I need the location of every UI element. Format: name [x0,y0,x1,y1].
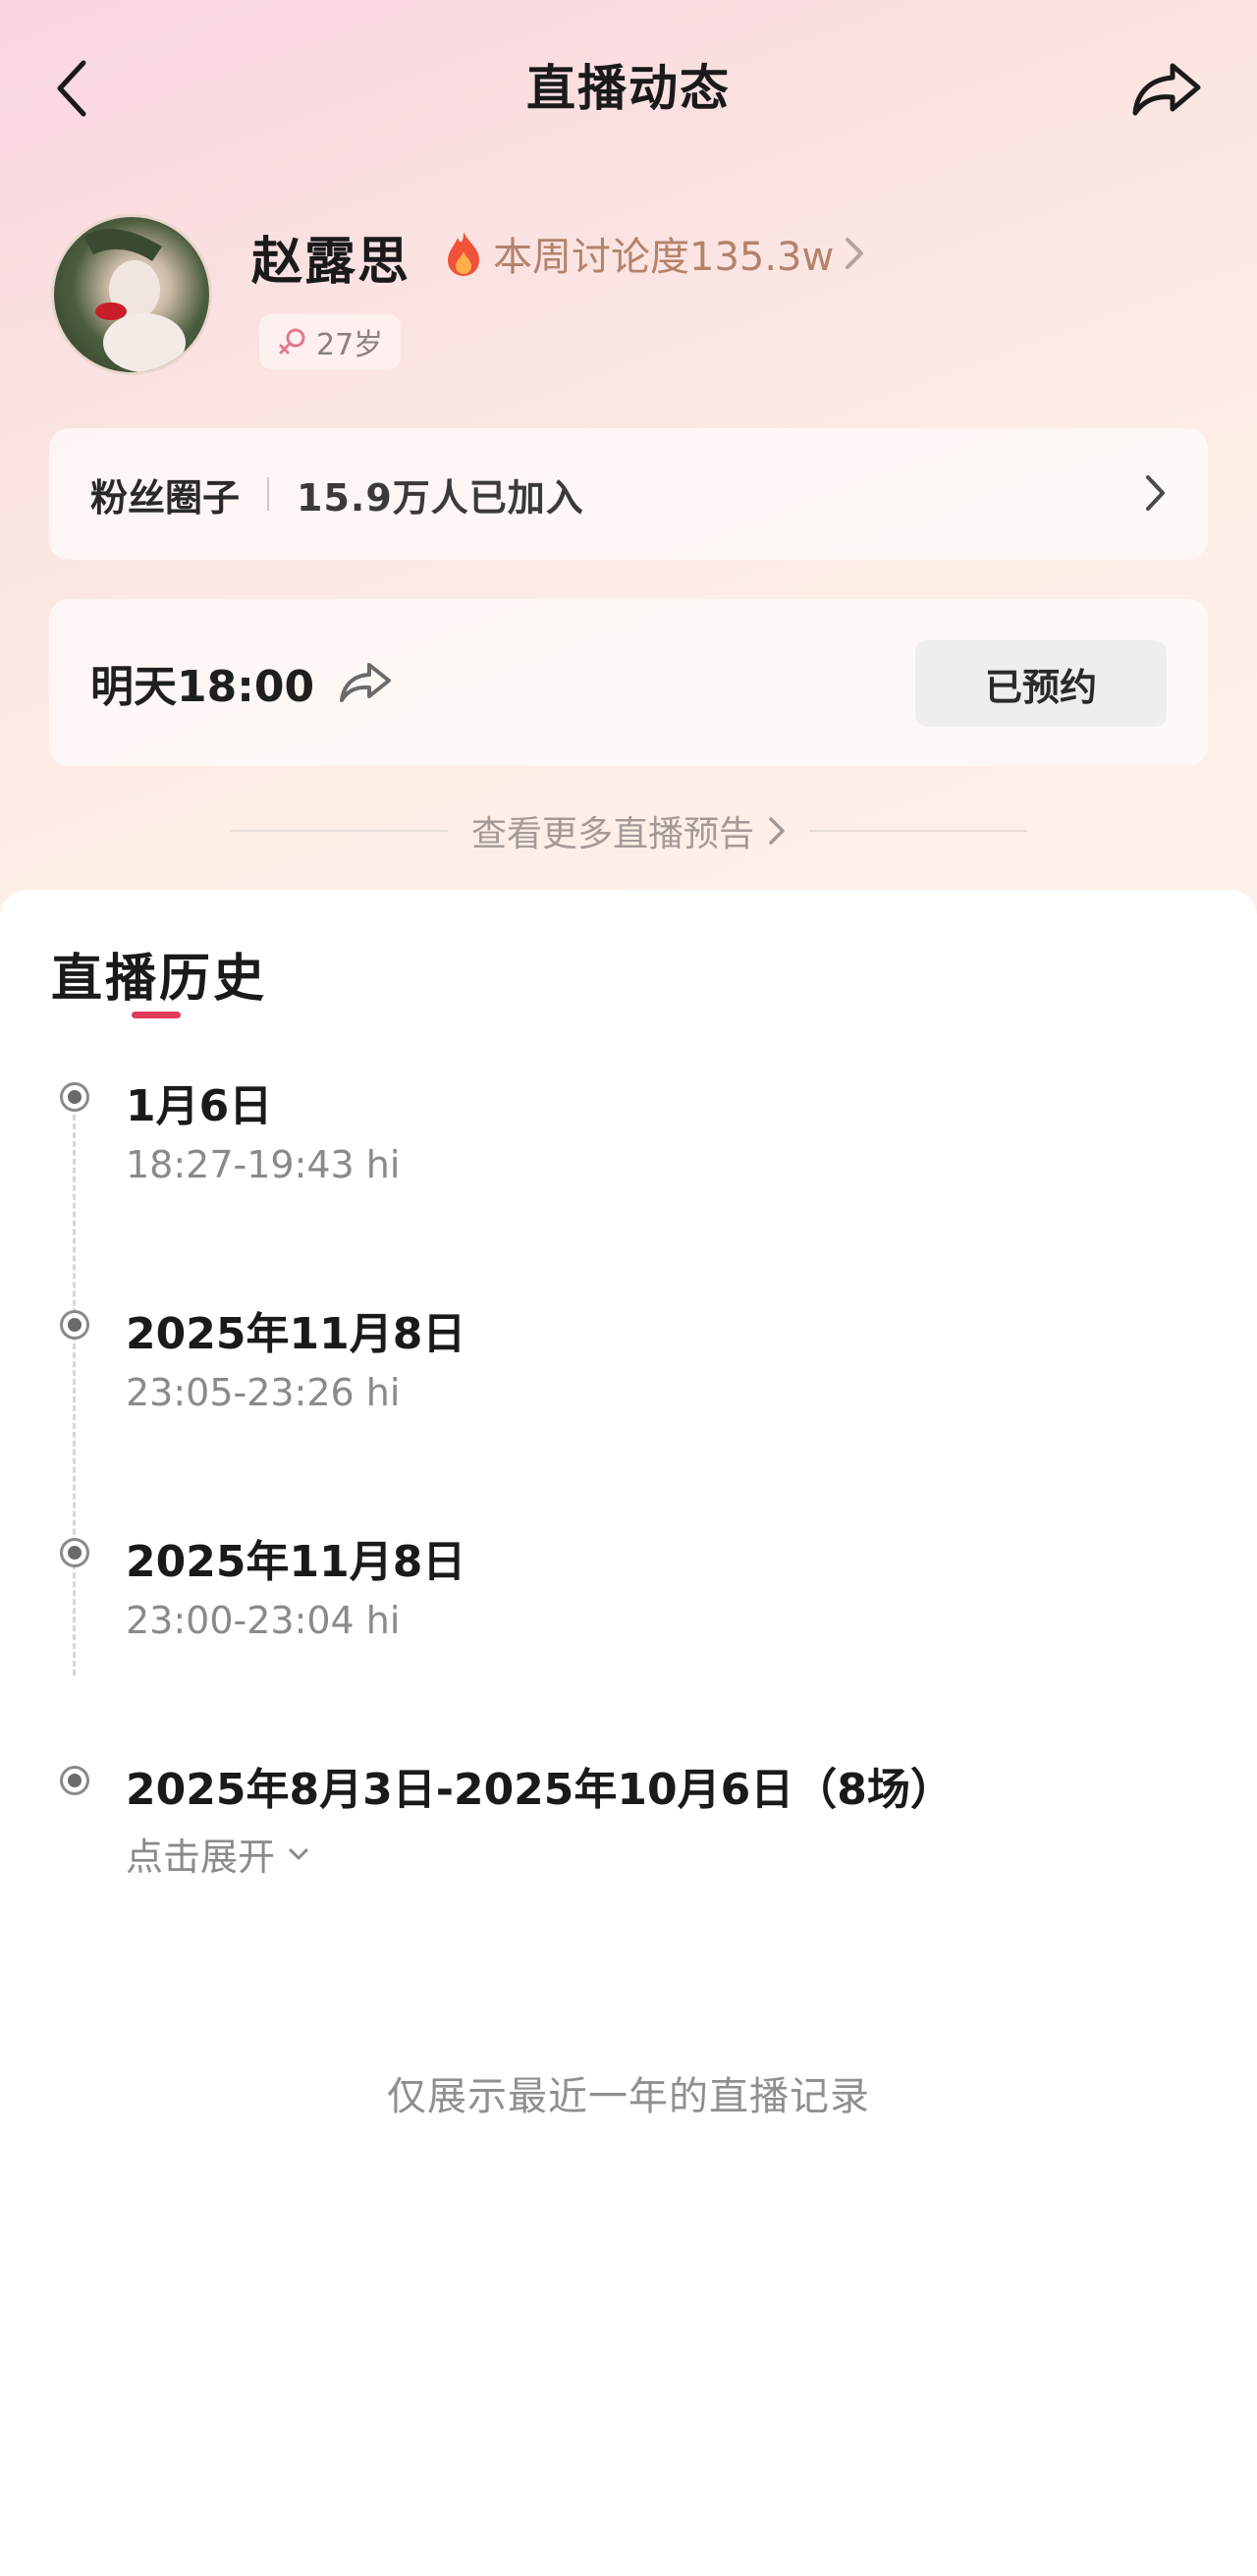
chevron-right-icon [769,817,785,845]
history-time: 23:05-23:26 hi [126,1371,401,1414]
fire-icon [448,232,479,276]
history-date: 2025年11月8日 [126,1537,466,1587]
fan-circle-divider [267,477,270,511]
age-badge: 27岁 [259,314,402,369]
history-sheet: 直播历史 1月6日 18:27-19:43 hi 2025年11月8日 23:0… [0,890,1257,2576]
page-title: 直播动态 [526,60,731,117]
title-underline [132,1012,181,1018]
reserved-button[interactable]: 已预约 [915,640,1167,727]
more-preview-label: 查看更多直播预告 [470,814,754,854]
chevron-right-icon [846,238,864,269]
weekly-heat-label: 本周讨论度135.3w [493,235,835,280]
history-date-range: 2025年8月3日-2025年10月6日（8场） [126,1765,954,1815]
divider-line [809,830,1027,832]
timeline-line [73,1106,76,1675]
more-preview-row: 查看更多直播预告 [0,801,1257,860]
more-preview-link[interactable]: 查看更多直播预告 [471,805,786,856]
age-label: 27岁 [316,328,384,362]
expand-label: 点击展开 [126,1836,276,1879]
timeline-dot-icon [60,1766,89,1795]
share-arrow-icon [1132,63,1201,116]
timeline-dot-icon [60,1538,89,1567]
share-arrow-icon [340,663,392,702]
fan-circle-card[interactable]: 粉丝圈子 15.9万人已加入 [49,428,1208,560]
timeline-dot-icon [60,1082,89,1112]
history-title: 直播历史 [51,950,268,1009]
female-icon [279,328,305,355]
avatar[interactable] [51,214,212,375]
weekly-heat-link[interactable]: 本周讨论度135.3w [444,224,865,283]
upcoming-live-share-button[interactable] [338,661,393,704]
history-footnote: 仅展示最近一年的直播记录 [387,2074,870,2119]
history-time: 23:00-23:04 hi [126,1599,401,1642]
share-button[interactable] [1127,55,1206,124]
history-date: 1月6日 [126,1081,273,1131]
fan-circle-label: 粉丝圈子 [90,475,241,520]
chevron-right-icon [1146,475,1165,511]
avatar-portrait [83,229,186,372]
divider-line [229,830,448,832]
chevron-down-icon [289,1848,308,1859]
upcoming-live-time: 明天18:00 [90,662,315,712]
profile-name: 赵露思 [251,233,411,292]
fan-circle-count: 15.9万人已加入 [297,475,584,520]
timeline-dot-icon [60,1310,89,1340]
upcoming-live-card: 明天18:00 已预约 [49,599,1208,766]
expand-button[interactable]: 点击展开 [126,1827,310,1881]
history-date: 2025年11月8日 [126,1309,466,1359]
history-time: 18:27-19:43 hi [126,1143,401,1186]
